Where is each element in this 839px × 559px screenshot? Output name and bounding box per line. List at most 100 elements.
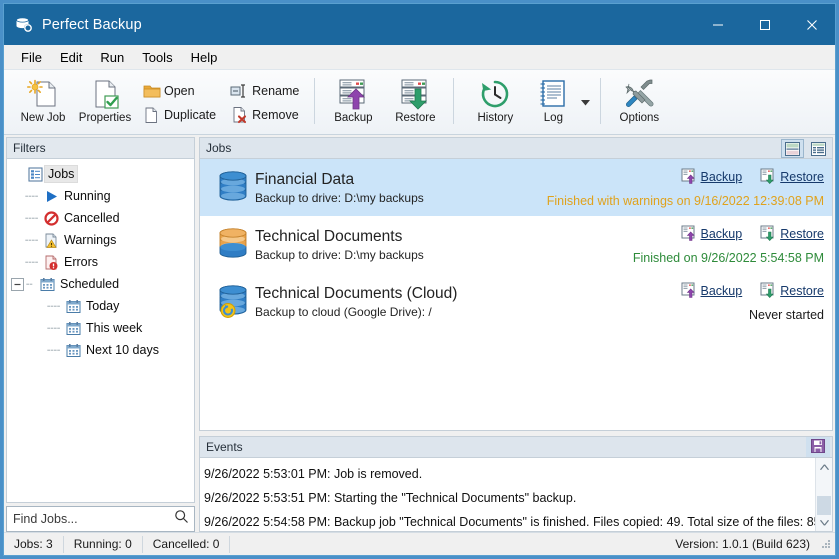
rename-label: Rename — [252, 84, 300, 98]
job-restore-link[interactable]: Restore — [760, 168, 824, 187]
sidebar-item-label: Errors — [64, 255, 99, 269]
properties-button[interactable]: Properties — [74, 73, 136, 133]
backup-link-label: Backup — [700, 284, 743, 298]
scroll-up-arrow-icon[interactable] — [819, 458, 829, 475]
events-header: Events — [199, 436, 833, 457]
options-label: Options — [619, 112, 660, 124]
properties-icon — [89, 77, 121, 111]
backup-icon — [336, 77, 370, 111]
restore-link-label: Restore — [780, 170, 824, 184]
rename-button[interactable]: Rename — [224, 79, 307, 103]
open-duplicate-group: Open Duplicate — [136, 73, 224, 127]
sidebar-item-label: This week — [86, 321, 143, 335]
table-row[interactable]: Technical Documents (Cloud) Backup to cl… — [200, 273, 832, 330]
log-button[interactable]: Log — [529, 73, 577, 133]
app-window: Perfect Backup File Edit Run Tools Help — [3, 3, 836, 556]
resize-grip[interactable] — [820, 538, 832, 550]
backup-button[interactable]: Backup — [322, 73, 384, 133]
list-item: 9/26/2022 5:53:01 PM: Job is removed. — [204, 467, 423, 481]
menu-run[interactable]: Run — [91, 47, 133, 68]
events-text: 9/26/2022 5:53:01 PM: Job is removed. 9/… — [200, 458, 815, 531]
log-dropdown-chevron-down-icon[interactable] — [577, 73, 593, 129]
sidebar-item-label: Warnings — [64, 233, 117, 247]
database-orange-icon — [211, 227, 255, 263]
sidebar-item-next-10-days[interactable]: ╌╌ Next 10 days — [7, 339, 194, 361]
job-title: Technical Documents (Cloud) — [255, 284, 458, 302]
calendar-icon — [63, 321, 83, 336]
database-blue-icon — [211, 170, 255, 206]
remove-button[interactable]: Remove — [224, 103, 307, 127]
events-scrollbar[interactable] — [815, 458, 832, 531]
table-row[interactable]: Technical Documents Backup to drive: D:\… — [200, 216, 832, 273]
toolbar: New Job Properties Open Duplicate Rename… — [4, 69, 835, 135]
search-input[interactable] — [13, 512, 174, 526]
log-label: Log — [543, 112, 563, 124]
jobs-header-label: Jobs — [206, 141, 232, 155]
new-job-button[interactable]: New Job — [12, 73, 74, 133]
tree-guide: ╌╌ — [47, 322, 61, 335]
sidebar-item-cancelled[interactable]: ╌╌ Cancelled — [7, 207, 194, 229]
duplicate-label: Duplicate — [164, 108, 217, 122]
list-item: 9/26/2022 5:54:58 PM: Backup job "Techni… — [204, 515, 815, 529]
job-actions: Backup — [633, 225, 824, 265]
job-restore-link[interactable]: Restore — [760, 282, 824, 301]
menu-edit[interactable]: Edit — [51, 47, 91, 68]
tree-collapse-toggle[interactable] — [11, 277, 24, 291]
sidebar-item-running[interactable]: ╌╌ Running — [7, 185, 194, 207]
sidebar-item-scheduled[interactable]: ╌ Scheduled — [7, 273, 194, 295]
open-button[interactable]: Open — [136, 79, 224, 103]
duplicate-button[interactable]: Duplicate — [136, 103, 224, 127]
sidebar-item-jobs[interactable]: Jobs — [7, 163, 194, 185]
toolbar-separator-2 — [453, 78, 455, 124]
sidebar-item-warnings[interactable]: ╌╌ Warnings — [7, 229, 194, 251]
job-action-row: Backup Restore — [681, 282, 824, 301]
search-icon[interactable] — [174, 509, 189, 529]
status-bar: Jobs: 3 Running: 0 Cancelled: 0 Version:… — [4, 532, 835, 555]
job-backup-link[interactable]: Backup — [681, 282, 743, 301]
job-info: Technical Documents Backup to drive: D:\… — [255, 227, 633, 263]
cancelled-icon — [41, 210, 61, 226]
options-icon — [623, 77, 655, 111]
sidebar-item-this-week[interactable]: ╌╌ This week — [7, 317, 194, 339]
window-title: Perfect Backup — [42, 16, 142, 33]
filters-tree[interactable]: Jobs ╌╌ Running ╌╌ Cancelled ╌╌ Warnings… — [6, 158, 195, 503]
restore-button[interactable]: Restore — [384, 73, 446, 133]
status-running-count: Running: 0 — [73, 537, 132, 551]
sidebar-item-errors[interactable]: ╌╌ Errors — [7, 251, 194, 273]
menu-file[interactable]: File — [12, 47, 51, 68]
sidebar-item-label: Scheduled — [60, 277, 120, 291]
history-button[interactable]: History — [461, 73, 529, 133]
scrollbar-thumb[interactable] — [817, 496, 831, 515]
job-backup-link[interactable]: Backup — [681, 225, 742, 244]
job-backup-link[interactable]: Backup — [681, 168, 742, 187]
close-button[interactable] — [788, 4, 835, 45]
find-jobs-search[interactable] — [6, 506, 195, 532]
scroll-down-arrow-icon[interactable] — [819, 514, 829, 531]
tree-guide: ╌╌ — [25, 212, 39, 225]
toolbar-separator-3 — [600, 78, 602, 124]
toolbar-separator-1 — [314, 78, 316, 124]
minimize-button[interactable] — [694, 4, 741, 45]
menu-tools[interactable]: Tools — [133, 47, 181, 68]
job-restore-link[interactable]: Restore — [760, 225, 824, 244]
maximize-button[interactable] — [741, 4, 788, 45]
sidebar-item-label: Jobs — [43, 165, 79, 183]
options-button[interactable]: Options — [608, 73, 670, 133]
save-events-button[interactable] — [806, 437, 830, 457]
table-row[interactable]: Financial Data Backup to drive: D:\my ba… — [200, 159, 832, 216]
detail-view-toggle[interactable] — [781, 139, 804, 158]
jobs-list[interactable]: Financial Data Backup to drive: D:\my ba… — [199, 158, 833, 431]
sidebar-item-today[interactable]: ╌╌ Today — [7, 295, 194, 317]
list-view-toggle[interactable] — [807, 139, 830, 158]
window-controls — [694, 4, 835, 45]
title-bar: Perfect Backup — [4, 4, 835, 45]
job-actions: Backup — [644, 282, 824, 322]
filters-header: Filters — [6, 137, 195, 158]
job-subtitle: Backup to drive: D:\my backups — [255, 247, 424, 262]
menu-bar: File Edit Run Tools Help — [4, 45, 835, 69]
job-title: Financial Data — [255, 170, 355, 188]
menu-help[interactable]: Help — [182, 47, 227, 68]
status-badge: Finished with warnings on 9/16/2022 12:3… — [546, 193, 824, 208]
backup-small-icon — [681, 168, 697, 187]
restore-link-label: Restore — [780, 284, 824, 298]
